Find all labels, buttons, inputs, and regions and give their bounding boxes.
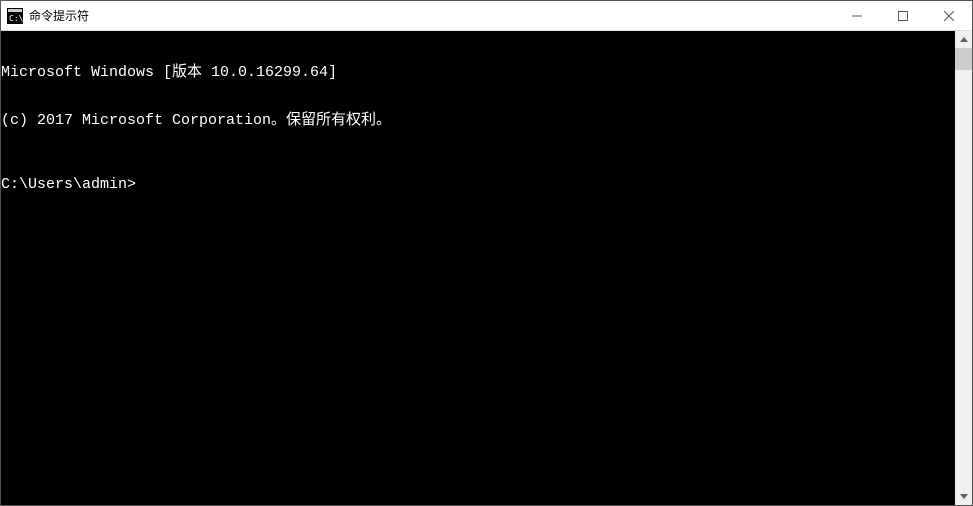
console-output-line: (c) 2017 Microsoft Corporation。保留所有权利。 [1,113,955,129]
svg-text:C:\: C:\ [9,14,23,23]
scroll-thumb[interactable] [955,48,972,70]
maximize-button[interactable] [880,1,926,30]
scroll-down-arrow-icon[interactable] [955,488,972,505]
window-controls [834,1,972,30]
minimize-button[interactable] [834,1,880,30]
console-output-line: Microsoft Windows [版本 10.0.16299.64] [1,65,955,81]
console-area: Microsoft Windows [版本 10.0.16299.64] (c)… [1,31,972,505]
window-title: 命令提示符 [29,7,834,24]
console-prompt[interactable]: C:\Users\admin> [1,177,955,193]
console-content[interactable]: Microsoft Windows [版本 10.0.16299.64] (c)… [1,31,955,505]
scroll-up-arrow-icon[interactable] [955,31,972,48]
cmd-app-icon: C:\ [7,8,23,24]
scroll-track[interactable] [955,48,972,488]
window-titlebar[interactable]: C:\ 命令提示符 [1,1,972,31]
close-button[interactable] [926,1,972,30]
vertical-scrollbar[interactable] [955,31,972,505]
